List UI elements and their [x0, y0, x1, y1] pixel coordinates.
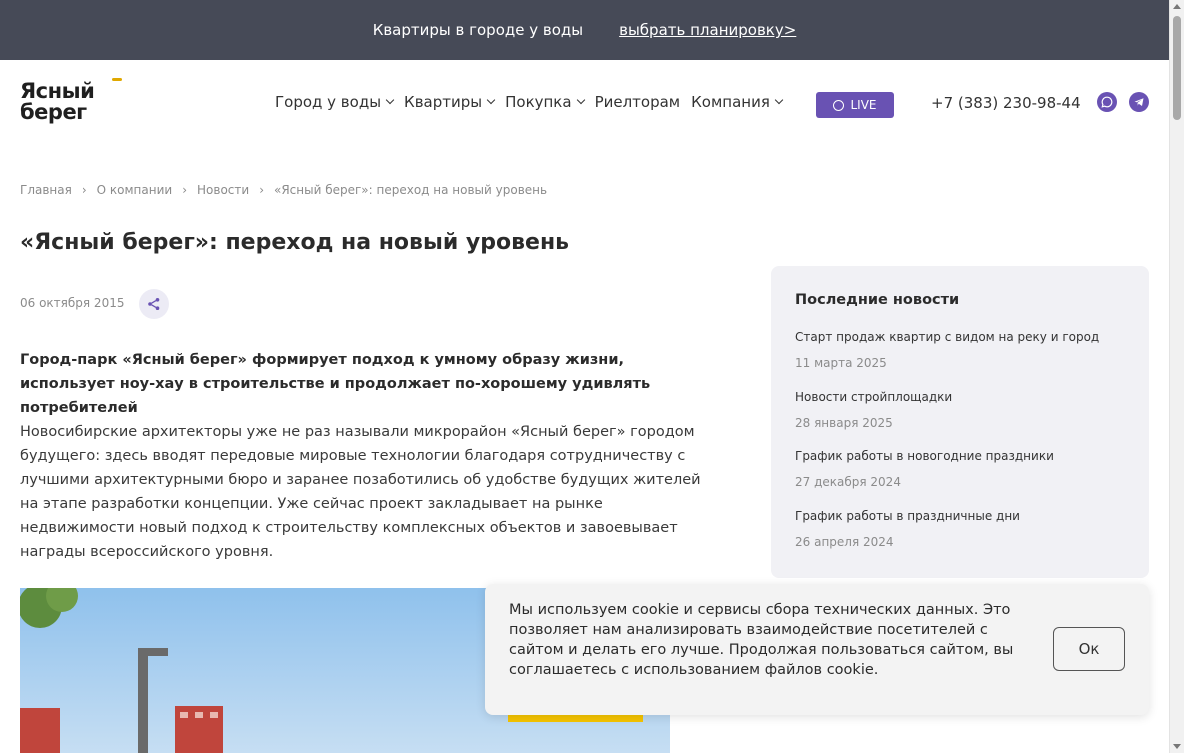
news-title[interactable]: График работы в праздничные дни	[795, 509, 1020, 523]
latest-news-sidebar: Последние новости Старт продаж квартир с…	[771, 266, 1149, 578]
chevron-down-icon	[576, 95, 585, 105]
breadcrumb-news[interactable]: Новости	[197, 183, 249, 197]
promo-text: Квартиры в городе у воды	[372, 21, 584, 39]
share-button[interactable]	[139, 289, 169, 319]
news-item[interactable]: График работы в новогодние праздники 27 …	[795, 449, 1054, 489]
chevron-right-icon: ›	[182, 183, 188, 197]
cookie-message: Мы используем cookie и сервисы сбора тех…	[509, 602, 1014, 678]
nav-label: Покупка	[505, 93, 572, 111]
chevron-right-icon: ›	[81, 183, 87, 197]
logo-line-1: Ясный	[20, 79, 95, 103]
chevron-down-icon	[774, 95, 784, 105]
share-icon	[148, 298, 160, 310]
choose-layout-link[interactable]: выбрать планировку>	[619, 21, 796, 39]
phone-number[interactable]: +7 (383) 230-98-44	[931, 94, 1081, 112]
news-date: 28 января 2025	[795, 416, 893, 430]
logo[interactable]: Ясный берег	[20, 78, 122, 124]
news-title[interactable]: Новости стройплощадки	[795, 390, 952, 404]
article-body: Новосибирские архитекторы уже не раз наз…	[20, 424, 701, 560]
article-date: 06 октября 2015	[20, 296, 125, 310]
page-title: «Ясный берег»: переход на новый уровень	[20, 230, 570, 255]
nav-realtors[interactable]: Риелторам	[595, 93, 681, 111]
logo-accent	[112, 78, 122, 81]
news-item[interactable]: График работы в праздничные дни 26 апрел…	[795, 509, 1020, 549]
news-title[interactable]: График работы в новогодние праздники	[795, 449, 1054, 463]
breadcrumb-current: «Ясный берег»: переход на новый уровень	[274, 183, 548, 197]
nav-apartments[interactable]: Квартиры	[404, 93, 496, 111]
scrollbar-thumb[interactable]	[1173, 16, 1181, 120]
cookie-ok-button[interactable]: Ок	[1053, 627, 1125, 671]
chevron-down-icon	[385, 95, 395, 105]
live-label: LIVE	[850, 98, 877, 112]
news-date: 27 декабря 2024	[795, 475, 901, 489]
sidebar-heading: Последние новости	[795, 292, 960, 308]
live-button[interactable]: LIVE	[816, 92, 894, 118]
scroll-up-icon[interactable]	[1173, 4, 1181, 9]
main-nav: Город у воды Квартиры Покупка Риелторам …	[275, 93, 793, 111]
nav-label: Риелторам	[594, 93, 681, 111]
breadcrumb: Главная › О компании › Новости › «Ясный …	[20, 183, 547, 197]
nav-company[interactable]: Компания	[691, 93, 784, 111]
site-header: Ясный берег Город у воды Квартиры Покупк…	[0, 60, 1169, 150]
logo-line-2: берег	[20, 100, 87, 124]
telegram-icon[interactable]	[1129, 92, 1149, 112]
nav-label: Город у воды	[275, 93, 382, 111]
nav-label: Квартиры	[404, 93, 483, 111]
page-scrollbar[interactable]	[1169, 0, 1184, 753]
promo-bar: Квартиры в городе у воды выбрать планиро…	[0, 0, 1169, 60]
news-item[interactable]: Старт продаж квартир с видом на реку и г…	[795, 330, 1099, 370]
news-item[interactable]: Новости стройплощадки 28 января 2025	[795, 390, 952, 430]
chevron-down-icon	[486, 95, 496, 105]
nav-city-by-water[interactable]: Город у воды	[275, 93, 395, 111]
article-lead: Город-парк «Ясный берег» формирует подхо…	[20, 352, 651, 416]
cookie-banner: Мы используем cookie и сервисы сбора тех…	[485, 584, 1149, 715]
chevron-right-icon: ›	[259, 183, 264, 197]
webcam-icon	[833, 99, 845, 111]
news-date: 11 марта 2025	[795, 356, 887, 370]
news-date: 26 апреля 2024	[795, 535, 894, 549]
news-title[interactable]: Старт продаж квартир с видом на реку и г…	[795, 330, 1099, 344]
nav-label: Компания	[691, 93, 770, 111]
whatsapp-icon[interactable]	[1097, 92, 1117, 112]
breadcrumb-about[interactable]: О компании	[97, 183, 173, 197]
scroll-down-icon[interactable]	[1173, 744, 1181, 749]
nav-purchase[interactable]: Покупка	[505, 93, 585, 111]
breadcrumb-home[interactable]: Главная	[20, 183, 72, 197]
